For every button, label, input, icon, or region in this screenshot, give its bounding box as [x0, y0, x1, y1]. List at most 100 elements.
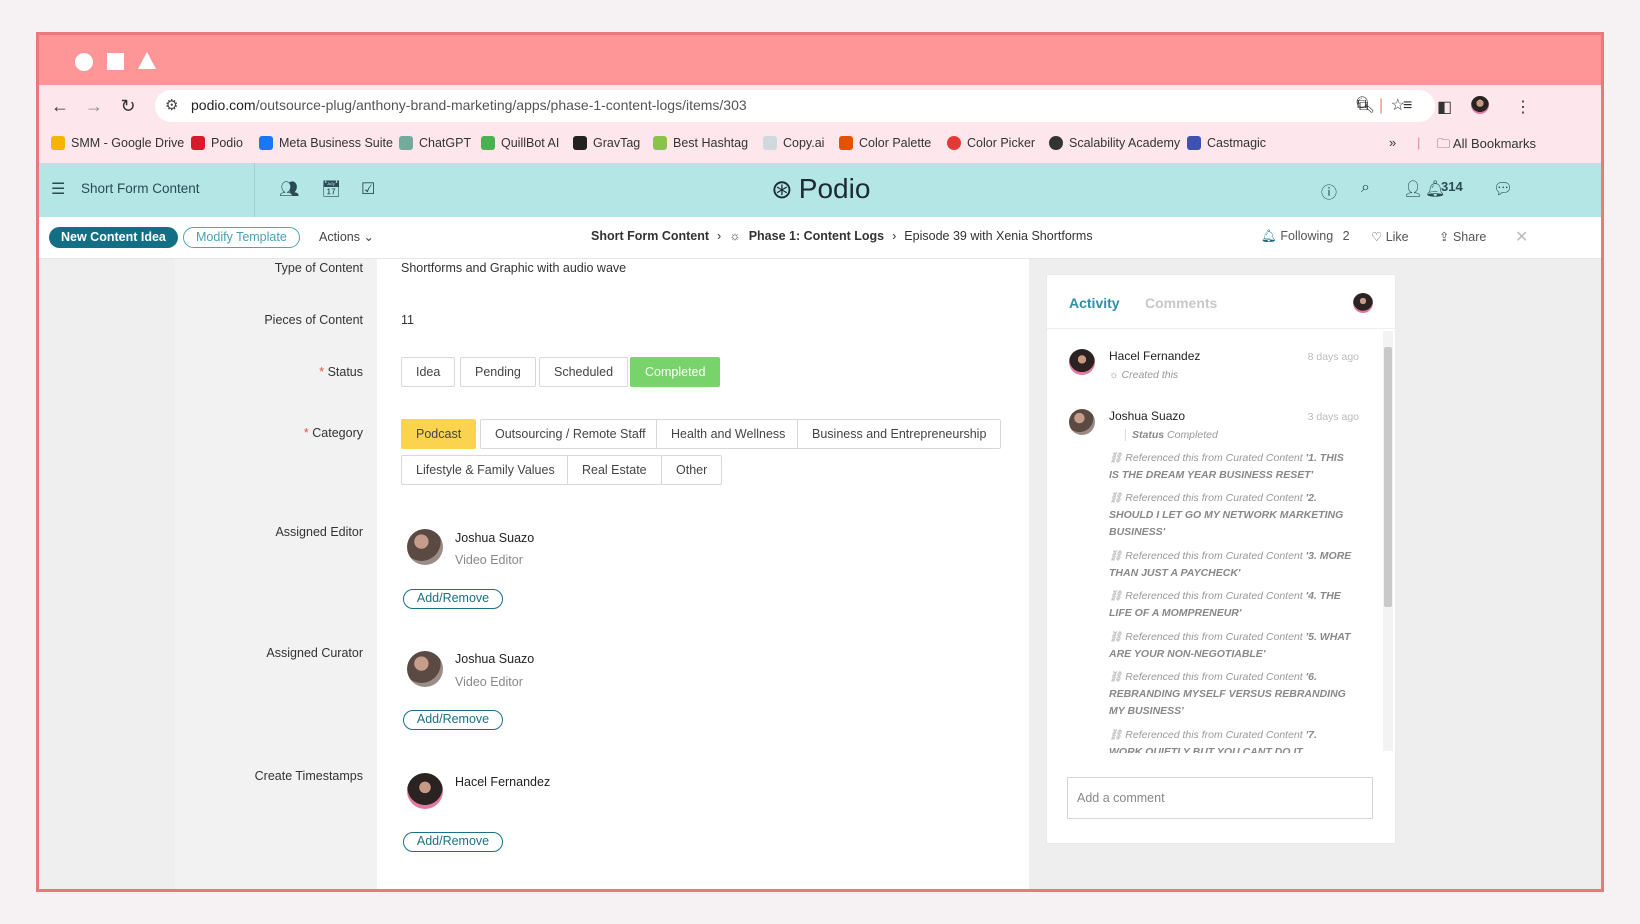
- following-button[interactable]: 🔔︎ Following 2: [1261, 229, 1350, 244]
- status-scheduled[interactable]: Scheduled: [539, 357, 629, 387]
- user-icon[interactable]: 👤︎: [1403, 179, 1423, 199]
- more-bookmarks-icon[interactable]: »: [1389, 135, 1396, 150]
- timestamps-add-remove-button[interactable]: Add/Remove: [403, 832, 503, 852]
- assigned-editor-label: Assigned Editor: [275, 525, 363, 539]
- reference-entry[interactable]: ⛓ Referenced this from Curated Content '…: [1109, 588, 1353, 622]
- bookmark-smm-google-drive[interactable]: SMM - Google Drive: [51, 136, 184, 150]
- pieces-of-content-value[interactable]: 11: [401, 313, 414, 327]
- status-label: * Status: [319, 365, 363, 379]
- podio-logo[interactable]: ⊛ Podio: [771, 173, 870, 205]
- bookmark-scalability-academy[interactable]: Scalability Academy: [1049, 136, 1180, 150]
- url-text[interactable]: podio.com/outsource-plug/anthony-brand-m…: [191, 97, 747, 113]
- activity-feed: Hacel Fernandez 8 days ago ☼ Created thi…: [1047, 329, 1381, 753]
- close-icon[interactable]: ✕: [1515, 227, 1528, 247]
- reference-entry[interactable]: ⛓ Referenced this from Curated Content '…: [1109, 669, 1353, 720]
- chevron-down-icon: ⌄: [363, 230, 374, 244]
- notification-count[interactable]: 314: [1441, 179, 1463, 194]
- timestamps-name: Hacel Fernandez: [455, 775, 551, 789]
- members-icon[interactable]: 👥︎: [279, 179, 299, 199]
- category-lifestyle[interactable]: Lifestyle & Family Values: [401, 455, 570, 485]
- hamburger-icon[interactable]: ☰: [51, 179, 65, 199]
- status-pending[interactable]: Pending: [460, 357, 536, 387]
- reload-icon[interactable]: ↻: [115, 93, 141, 119]
- breadcrumb: Short Form Content › ☼ Phase 1: Content …: [591, 229, 1093, 243]
- category-real-estate[interactable]: Real Estate: [567, 455, 662, 485]
- activity-created: ☼ Created this: [1109, 369, 1179, 381]
- activity-author[interactable]: Hacel Fernandez: [1109, 349, 1200, 363]
- link-icon: ⛓: [1109, 550, 1123, 562]
- scrollbar-thumb[interactable]: [1384, 347, 1392, 607]
- profile-avatar-icon[interactable]: [1471, 96, 1489, 114]
- bookmark-chatgpt[interactable]: ChatGPT: [399, 136, 471, 150]
- reference-entry[interactable]: ⛓ Referenced this from Curated Content '…: [1109, 629, 1353, 663]
- bookmark-color-picker[interactable]: Color Picker: [947, 136, 1035, 150]
- comment-input[interactable]: Add a comment: [1067, 777, 1373, 819]
- type-of-content-value[interactable]: Shortforms and Graphic with audio wave: [401, 261, 626, 275]
- activity-author[interactable]: Joshua Suazo: [1109, 409, 1185, 423]
- workspace-title[interactable]: Short Form Content: [81, 181, 200, 196]
- palette-icon: [839, 136, 853, 150]
- category-health[interactable]: Health and Wellness: [656, 419, 801, 449]
- link-icon: ⛓: [1109, 729, 1123, 741]
- bookmark-meta-business-suite[interactable]: Meta Business Suite: [259, 136, 393, 150]
- media-icon[interactable]: ≡: [1403, 97, 1412, 115]
- triangle-shape-icon: [138, 52, 156, 69]
- extensions-icon[interactable]: ⧉: [1357, 97, 1368, 115]
- workspace-switcher[interactable]: ☰ Short Form Content: [39, 163, 255, 217]
- tasks-icon[interactable]: ☑: [361, 179, 375, 199]
- activity-tabs: Activity Comments: [1047, 275, 1395, 329]
- tab-comments[interactable]: Comments: [1145, 295, 1217, 311]
- curator-add-remove-button[interactable]: Add/Remove: [403, 710, 503, 730]
- chat-icon[interactable]: 💬︎: [1493, 179, 1513, 199]
- new-content-idea-button[interactable]: New Content Idea: [49, 227, 178, 248]
- bookmark-best-hashtag[interactable]: Best Hashtag: [653, 136, 748, 150]
- field-labels: Type of Content Pieces of Content * Stat…: [175, 259, 377, 889]
- actions-dropdown[interactable]: Actions ⌄: [319, 229, 374, 244]
- bell-icon: 🔔︎: [1261, 229, 1277, 243]
- category-podcast[interactable]: Podcast: [401, 419, 477, 449]
- editor-add-remove-button[interactable]: Add/Remove: [403, 589, 503, 609]
- breadcrumb-workspace[interactable]: Short Form Content: [591, 229, 709, 243]
- reference-entry[interactable]: ⛓ Referenced this from Curated Content '…: [1109, 548, 1353, 582]
- bookmark-quillbot[interactable]: QuillBot AI: [481, 136, 559, 150]
- back-arrow-icon[interactable]: ←: [47, 93, 73, 119]
- sidepanel-icon[interactable]: ◧: [1437, 97, 1452, 117]
- all-bookmarks[interactable]: 🗀 All Bookmarks: [1437, 135, 1536, 157]
- modify-template-button[interactable]: Modify Template: [183, 227, 300, 248]
- bookmark-podio[interactable]: Podio: [191, 136, 243, 150]
- divider: |: [1379, 97, 1384, 114]
- bookmarks-bar: SMM - Google Drive Podio Meta Business S…: [39, 127, 1601, 163]
- reference-entry[interactable]: ⛓ Referenced this from Curated Content '…: [1109, 450, 1353, 484]
- url-bar[interactable]: ⚙ podio.com/outsource-plug/anthony-brand…: [155, 90, 1435, 122]
- academy-icon: [1049, 136, 1063, 150]
- square-shape-icon: [107, 53, 124, 70]
- link-icon: ⛓: [1109, 671, 1123, 683]
- reference-entry[interactable]: ⛓ Referenced this from Curated Content '…: [1109, 727, 1353, 753]
- status-completed[interactable]: Completed: [630, 357, 721, 387]
- tab-activity[interactable]: Activity: [1069, 295, 1120, 311]
- category-outsourcing[interactable]: Outsourcing / Remote Staff: [480, 419, 661, 449]
- like-button[interactable]: ♡ Like: [1371, 229, 1409, 244]
- forward-arrow-icon[interactable]: →: [81, 93, 107, 119]
- bookmark-gravtag[interactable]: GravTag: [573, 136, 640, 150]
- reference-entry[interactable]: ⛓ Referenced this from Curated Content '…: [1109, 490, 1353, 541]
- bookmark-color-palette[interactable]: Color Palette: [839, 136, 931, 150]
- site-settings-icon[interactable]: ⚙: [165, 96, 178, 114]
- category-other[interactable]: Other: [661, 455, 723, 485]
- share-button[interactable]: ⇪ Share: [1439, 229, 1486, 244]
- menu-dots-icon[interactable]: ⋮: [1515, 97, 1531, 117]
- category-business[interactable]: Business and Entrepreneurship: [797, 419, 1002, 449]
- feed-scrollbar[interactable]: [1383, 331, 1393, 751]
- help-icon[interactable]: ⓘ: [1321, 179, 1337, 203]
- gravtag-icon: [573, 136, 587, 150]
- search-icon[interactable]: ⌕: [1361, 179, 1370, 197]
- status-idea[interactable]: Idea: [401, 357, 456, 387]
- calendar-icon[interactable]: 📅︎: [321, 179, 341, 199]
- breadcrumb-app[interactable]: Phase 1: Content Logs: [749, 229, 884, 243]
- bookmark-castmagic[interactable]: Castmagic: [1187, 136, 1266, 150]
- bookmark-copy-ai[interactable]: Copy.ai: [763, 136, 824, 150]
- editor-role: Video Editor: [455, 553, 523, 567]
- comment-placeholder: Add a comment: [1077, 791, 1165, 805]
- editor-name: Joshua Suazo: [455, 531, 535, 545]
- item-fields: Shortforms and Graphic with audio wave 1…: [377, 259, 1029, 889]
